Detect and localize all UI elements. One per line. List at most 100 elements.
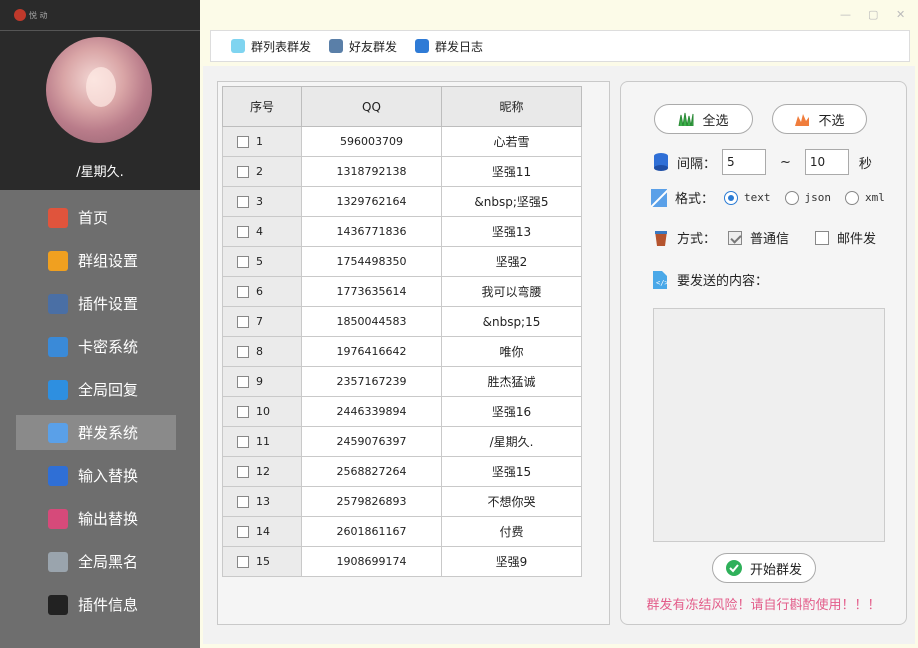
table-row[interactable]: 13 2579826893 不想你哭: [222, 486, 582, 517]
row-checkbox[interactable]: [237, 466, 249, 478]
row-index: 12: [256, 465, 270, 478]
contact-table-panel: 序号 QQ 昵称 1 596003709 心若雪 2 1318792138 坚强11 3 13…: [217, 81, 610, 625]
table-row[interactable]: 7 1850044583 &nbsp;15: [222, 306, 582, 337]
sidebar-item-4[interactable]: 全局回复: [0, 368, 200, 411]
row-checkbox[interactable]: [237, 526, 249, 538]
content-label-row: </> 要发送的内容：: [653, 270, 768, 289]
row-index-cell: 15: [222, 546, 302, 577]
sidebar-item-label: 全局黑名: [78, 553, 139, 571]
sidebar-item-9[interactable]: 插件信息: [0, 583, 200, 626]
sidebar-item-8[interactable]: 全局黑名: [0, 540, 200, 583]
format-radio[interactable]: [845, 190, 860, 205]
row-index-cell: 9: [222, 366, 302, 397]
minimize-button[interactable]: —: [840, 8, 851, 21]
row-index-cell: 8: [222, 336, 302, 367]
cloud-icon: [48, 551, 68, 572]
table-row[interactable]: 4 1436771836 坚强13: [222, 216, 582, 247]
format-option-json[interactable]: json: [784, 190, 831, 205]
row-checkbox[interactable]: [237, 136, 249, 148]
row-checkbox[interactable]: [237, 436, 249, 448]
table-row[interactable]: 8 1976416642 唯你: [222, 336, 582, 367]
select-none-button[interactable]: 不选: [772, 104, 867, 134]
format-option-xml[interactable]: xml: [845, 190, 885, 205]
method-mail-label: 邮件发: [837, 232, 877, 247]
tab-2[interactable]: 群发日志: [415, 38, 483, 55]
row-checkbox[interactable]: [237, 166, 249, 178]
row-checkbox[interactable]: [237, 256, 249, 268]
row-qq: 2601861167: [301, 516, 442, 547]
message-content-textarea[interactable]: [653, 308, 885, 542]
row-index-cell: 3: [222, 186, 302, 217]
table-row[interactable]: 2 1318792138 坚强11: [222, 156, 582, 187]
format-row: 格式： text json xml: [651, 188, 885, 207]
sidebar-item-5[interactable]: 群发系统: [0, 411, 200, 454]
table-row[interactable]: 3 1329762164 &nbsp;坚强5: [222, 186, 582, 217]
sidebar-item-3[interactable]: 卡密系统: [0, 325, 200, 368]
table-row[interactable]: 6 1773635614 我可以弯腰: [222, 276, 582, 307]
format-option-text[interactable]: text: [724, 190, 771, 205]
fire-icon: [795, 114, 810, 126]
tab-0[interactable]: 群列表群发: [231, 38, 311, 55]
row-nickname: /星期久.: [441, 426, 582, 457]
close-button[interactable]: ✕: [896, 8, 905, 21]
sidebar-item-0[interactable]: 首页: [0, 196, 200, 239]
broadcast-icon: [48, 422, 68, 443]
header-qq[interactable]: QQ: [301, 86, 442, 127]
row-nickname: 坚强15: [441, 456, 582, 487]
row-index-cell: 13: [222, 486, 302, 517]
sidebar-item-label: 全局回复: [78, 381, 139, 399]
check-circle-icon: [725, 560, 742, 576]
table-row[interactable]: 11 2459076397/星期久.: [222, 426, 582, 457]
row-index: 7: [256, 315, 263, 328]
sidebar-item-2[interactable]: 插件设置: [0, 282, 200, 325]
format-radio[interactable]: [784, 190, 799, 205]
interval-separator: ~: [780, 154, 791, 170]
header-index[interactable]: 序号: [222, 86, 302, 127]
row-qq: 596003709: [301, 126, 442, 157]
table-row[interactable]: 14 2601861167 付费: [222, 516, 582, 547]
database-icon: [654, 153, 668, 171]
contact-table: 序号 QQ 昵称 1 596003709 心若雪 2 1318792138 坚强11 3 13…: [222, 86, 582, 577]
logo-icon: [14, 9, 26, 21]
sidebar-item-1[interactable]: 群组设置: [0, 239, 200, 282]
row-checkbox[interactable]: [237, 226, 249, 238]
star-reply-icon: [48, 379, 68, 400]
table-row[interactable]: 9 2357167239 胜杰猛诚: [222, 366, 582, 397]
select-all-button[interactable]: 全选: [654, 104, 753, 134]
row-checkbox[interactable]: [237, 406, 249, 418]
row-nickname: 坚强16: [441, 396, 582, 427]
row-checkbox[interactable]: [237, 556, 249, 568]
format-option-label: xml: [865, 191, 885, 204]
interval-to-input[interactable]: 10: [804, 149, 849, 175]
select-all-label: 全选: [702, 113, 729, 129]
sidebar-item-7[interactable]: 输出替换: [0, 497, 200, 540]
maximize-button[interactable]: ▢: [868, 8, 878, 21]
select-none-label: 不选: [818, 113, 845, 129]
profile-card: /星期久.: [0, 30, 200, 190]
row-qq: 2579826893: [301, 486, 442, 517]
row-checkbox[interactable]: [237, 376, 249, 388]
table-row[interactable]: 10 2446339894 坚强16: [222, 396, 582, 427]
avatar[interactable]: [46, 37, 152, 143]
method-normal-checkbox[interactable]: [728, 230, 743, 245]
row-index: 5: [256, 255, 263, 268]
row-checkbox[interactable]: [237, 286, 249, 298]
row-checkbox[interactable]: [237, 196, 249, 208]
interval-from-input[interactable]: 5: [722, 149, 767, 175]
header-nickname[interactable]: 昵称: [441, 86, 582, 127]
sidebar-item-label: 卡密系统: [78, 338, 139, 356]
row-qq: 2459076397: [301, 426, 442, 457]
table-row[interactable]: 5 1754498350 坚强2: [222, 246, 582, 277]
format-radio[interactable]: [724, 190, 739, 205]
sidebar-item-6[interactable]: 输入替换: [0, 454, 200, 497]
start-broadcast-button[interactable]: 开始群发: [712, 553, 816, 583]
row-checkbox[interactable]: [237, 496, 249, 508]
table-row[interactable]: 12 2568827264 坚强15: [222, 456, 582, 487]
row-checkbox[interactable]: [237, 316, 249, 328]
table-row[interactable]: 15 1908699174 坚强9: [222, 546, 582, 577]
row-checkbox[interactable]: [237, 346, 249, 358]
method-normal-label: 普通信: [750, 232, 790, 247]
tab-1[interactable]: 好友群发: [329, 38, 397, 55]
method-mail-checkbox[interactable]: [815, 230, 830, 245]
table-row[interactable]: 1 596003709 心若雪: [222, 126, 582, 157]
